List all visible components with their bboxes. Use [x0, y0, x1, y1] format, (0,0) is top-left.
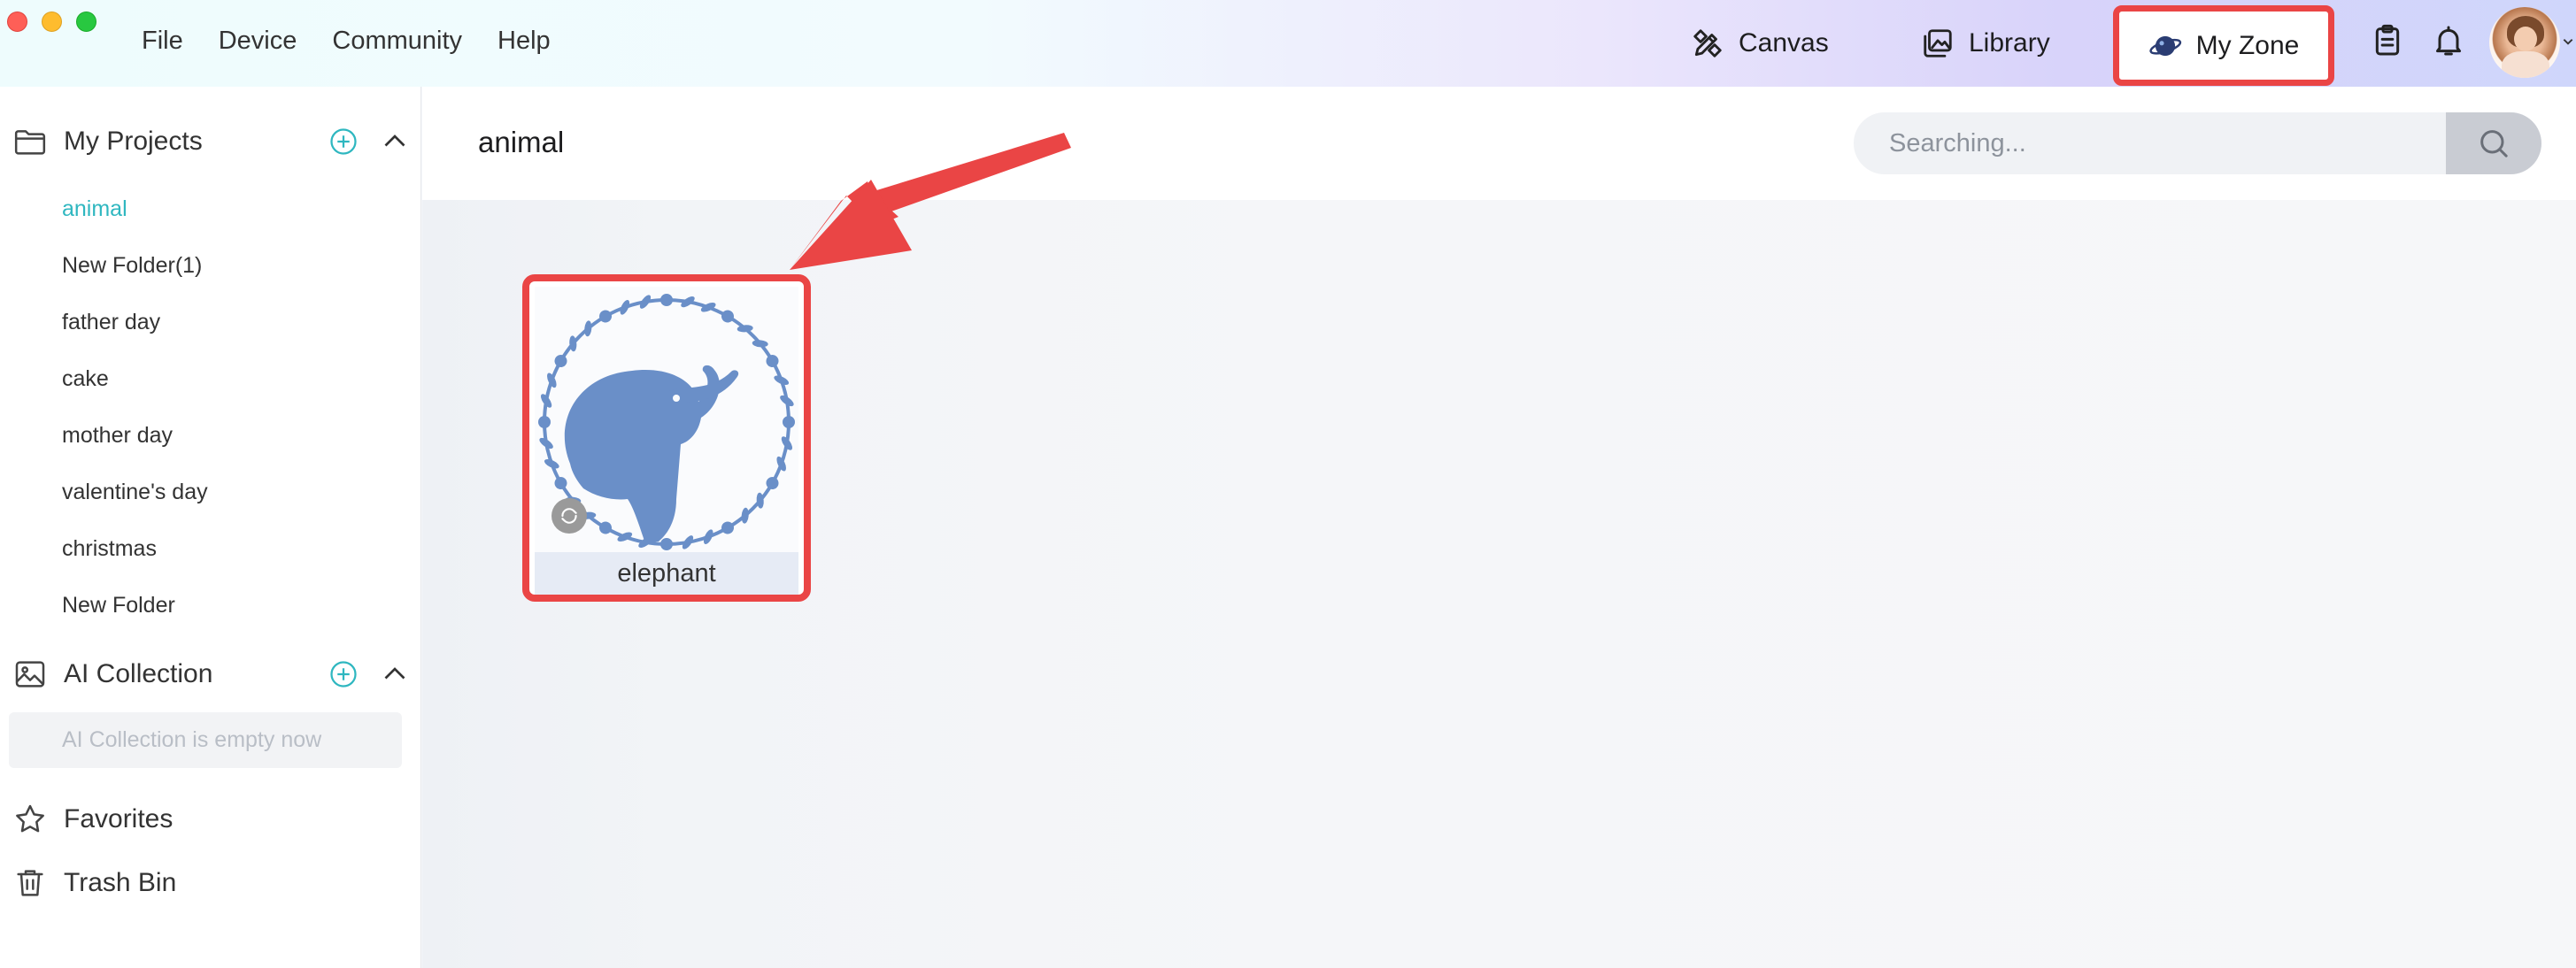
- trash-label: Trash Bin: [64, 868, 177, 897]
- sidebar: My Projects animal New Folder(1) father …: [0, 87, 421, 968]
- image-icon: [15, 661, 45, 688]
- menu-device[interactable]: Device: [219, 27, 297, 56]
- menu-help[interactable]: Help: [497, 27, 551, 56]
- sidebar-item-favorites[interactable]: Favorites: [12, 802, 173, 837]
- ai-collection-empty: AI Collection is empty now: [9, 712, 402, 768]
- sidebar-item-father-day[interactable]: father day: [62, 310, 160, 335]
- cloud-sync-badge: [551, 498, 587, 534]
- planet-icon: [2148, 35, 2181, 56]
- ai-collection-actions: [328, 658, 411, 690]
- favorites-label: Favorites: [64, 804, 174, 834]
- menu-file[interactable]: File: [142, 27, 183, 56]
- breadcrumb: animal: [478, 126, 565, 158]
- add-collection-icon[interactable]: [328, 658, 359, 690]
- sidebar-item-new-folder-1[interactable]: New Folder(1): [62, 253, 202, 279]
- search-icon: [2480, 130, 2508, 157]
- chevron-down-icon[interactable]: [2562, 35, 2574, 48]
- tab-canvas-label: Canvas: [1739, 28, 1829, 58]
- ai-collection-header[interactable]: AI Collection: [12, 657, 212, 692]
- sidebar-item-cake[interactable]: cake: [62, 366, 109, 392]
- clipboard-icon[interactable]: [2370, 23, 2405, 58]
- content-header: animal: [422, 87, 2576, 200]
- menu-community[interactable]: Community: [332, 27, 462, 56]
- tab-library[interactable]: Library: [1921, 27, 2050, 60]
- maximize-window-button[interactable]: [76, 12, 96, 32]
- folder-icon: [14, 130, 46, 155]
- search-button[interactable]: [2446, 112, 2541, 174]
- sync-icon: [561, 508, 577, 524]
- window-controls: [7, 12, 96, 32]
- sidebar-item-valentines-day[interactable]: valentine's day: [62, 480, 208, 505]
- ai-collection-label: AI Collection: [64, 659, 213, 688]
- project-name: elephant: [535, 552, 798, 595]
- menu-bar: File Device Community Help: [142, 27, 551, 56]
- sidebar-item-new-folder[interactable]: New Folder: [62, 593, 175, 618]
- my-projects-header[interactable]: My Projects: [12, 124, 203, 159]
- minimize-window-button[interactable]: [42, 12, 62, 32]
- project-card[interactable]: elephant: [522, 274, 811, 602]
- project-thumbnail: [535, 287, 798, 557]
- chevron-up-icon[interactable]: [379, 126, 411, 157]
- title-bar: File Device Community Help Canvas Librar…: [0, 0, 2576, 87]
- trash-icon: [17, 870, 43, 896]
- add-folder-icon[interactable]: [328, 126, 359, 157]
- tab-my-zone[interactable]: My Zone: [2113, 5, 2334, 86]
- avatar[interactable]: [2489, 7, 2560, 78]
- my-projects-actions: [328, 126, 411, 157]
- tab-library-label: Library: [1969, 28, 2050, 58]
- search-input[interactable]: [1854, 112, 2438, 174]
- star-icon: [16, 804, 44, 833]
- sidebar-item-christmas[interactable]: christmas: [62, 536, 157, 562]
- close-window-button[interactable]: [7, 12, 27, 32]
- search-box: [1854, 112, 2541, 174]
- bell-icon[interactable]: [2431, 23, 2466, 58]
- gallery-icon: [1924, 29, 1952, 58]
- pencil-ruler-icon: [1693, 29, 1722, 58]
- tab-my-zone-label: My Zone: [2195, 30, 2300, 60]
- tab-canvas[interactable]: Canvas: [1691, 27, 1829, 60]
- sidebar-item-trash[interactable]: Trash Bin: [12, 865, 176, 901]
- chevron-up-icon[interactable]: [379, 658, 411, 690]
- sidebar-item-mother-day[interactable]: mother day: [62, 423, 173, 449]
- sidebar-item-animal[interactable]: animal: [62, 196, 127, 222]
- my-projects-label: My Projects: [64, 127, 203, 156]
